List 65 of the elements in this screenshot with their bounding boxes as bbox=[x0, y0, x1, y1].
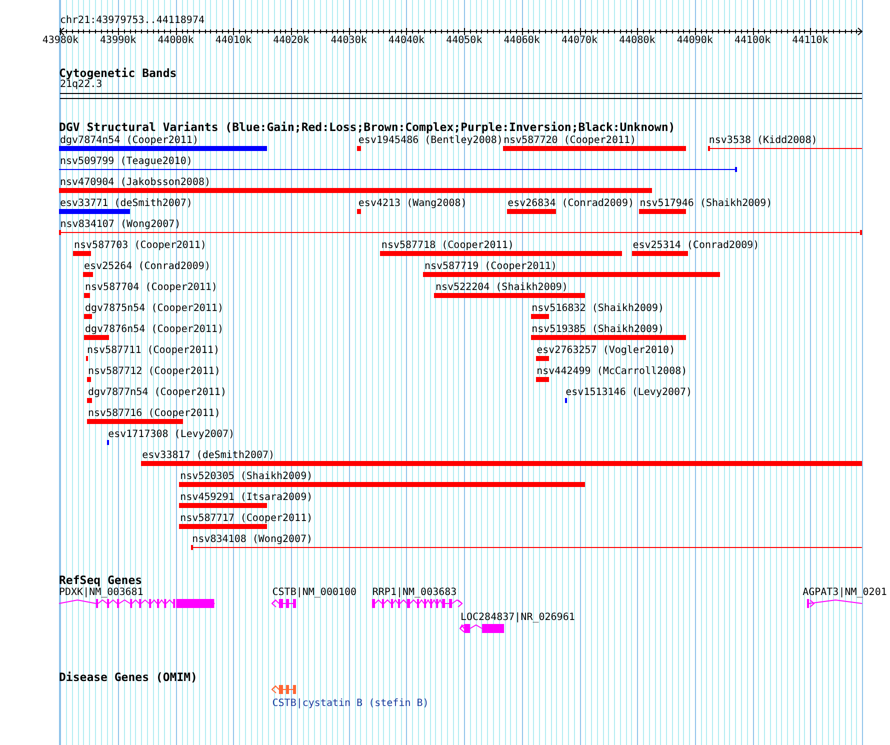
gene-model bbox=[272, 685, 296, 694]
gene-label: PDXK|NM_003681 bbox=[59, 587, 144, 599]
variant-label: dgv7874n54 (Cooper2011) bbox=[60, 135, 198, 147]
variant-label: esv33771 (deSmith2007) bbox=[60, 198, 192, 210]
ruler-label: 44010k bbox=[215, 35, 252, 47]
variant-label: nsv520305 (Shaikh2009) bbox=[180, 471, 313, 483]
variant-label: nsv587718 (Cooper2011) bbox=[381, 240, 514, 252]
variant-label: nsv459291 (Itsara2009) bbox=[180, 492, 313, 504]
track-title: RefSeq Genes bbox=[59, 574, 142, 586]
gene-label: CSTB|cystatin B (stefin B) bbox=[272, 698, 429, 710]
band-label: 21q22.3 bbox=[60, 79, 102, 91]
ruler-label: 44020k bbox=[273, 35, 310, 47]
ruler-label: 44050k bbox=[446, 35, 482, 47]
track-title: Disease Genes (OMIM) bbox=[59, 671, 198, 683]
gene-model bbox=[460, 624, 505, 633]
variant-label: nsv834108 (Wong2007) bbox=[192, 534, 313, 546]
ruler-label: 44070k bbox=[561, 35, 598, 47]
variant-label: dgv7877n54 (Cooper2011) bbox=[88, 387, 226, 399]
variant-label: nsv509799 (Teague2010) bbox=[60, 156, 192, 168]
variant-label: nsv3538 (Kidd2008) bbox=[708, 135, 818, 147]
variant-label: nsv587717 (Cooper2011) bbox=[180, 513, 313, 525]
variant-label: nsv517946 (Shaikh2009) bbox=[640, 198, 772, 210]
variant-label: esv25264 (Conrad2009) bbox=[84, 261, 210, 273]
ruler-label: 43990k bbox=[100, 35, 136, 47]
gene-label: LOC284837|NR_026961 bbox=[460, 612, 575, 624]
variant-label: esv33817 (deSmith2007) bbox=[142, 450, 275, 462]
gene-model bbox=[272, 599, 296, 608]
variant-label: nsv519385 (Shaikh2009) bbox=[532, 324, 664, 336]
variant-label: esv25314 (Conrad2009) bbox=[632, 240, 760, 252]
ruler-label: 44100k bbox=[734, 35, 771, 47]
ruler-label: 44040k bbox=[388, 35, 425, 47]
variant-label: nsv587703 (Cooper2011) bbox=[74, 240, 206, 252]
variant-label: esv1945486 (Bentley2008) bbox=[358, 135, 503, 147]
ruler-label: 44080k bbox=[619, 35, 656, 47]
variant-label: nsv442499 (McCarroll2008) bbox=[536, 366, 688, 378]
ruler-label: 44000k bbox=[158, 35, 194, 47]
variant-label: nsv834107 (Wong2007) bbox=[60, 219, 181, 231]
variant-label: nsv587704 (Cooper2011) bbox=[85, 282, 218, 294]
ruler-label: 44030k bbox=[330, 35, 367, 47]
track-title: DGV Structural Variants (Blue:Gain;Red:Loss;Brown:Complex;Purple:Inversion;Black:Unknown) bbox=[59, 121, 676, 133]
variant-label: esv1717308 (Levy2007) bbox=[108, 429, 235, 441]
variant-label: esv26834 (Conrad2009) bbox=[508, 198, 634, 210]
variant-label: nsv516832 (Shaikh2009) bbox=[532, 303, 664, 315]
variant-label: nsv522204 (Shaikh2009) bbox=[435, 282, 568, 294]
variant-label: dgv7875n54 (Cooper2011) bbox=[85, 303, 224, 315]
variant-label: nsv470904 (Jakobsson2008) bbox=[60, 177, 211, 189]
variant-label: dgv7876n54 (Cooper2011) bbox=[85, 324, 224, 336]
ruler-label: 44110k bbox=[792, 35, 828, 47]
variant-label: nsv587719 (Cooper2011) bbox=[424, 261, 557, 273]
ruler-label: 43980k bbox=[42, 35, 78, 47]
track-title: Cytogenetic Bands bbox=[59, 67, 177, 79]
gene-label: RRP1|NM_003683 bbox=[372, 587, 457, 599]
variant-label: esv4213 (Wang2008) bbox=[358, 198, 467, 210]
position-label: chr21:43979753..44118974 bbox=[60, 15, 204, 27]
variant-label: esv2763257 (Vogler2010) bbox=[536, 345, 676, 357]
variant-label: nsv587716 (Cooper2011) bbox=[88, 408, 220, 420]
gene-label: AGPAT3|NM_0201 bbox=[802, 587, 887, 599]
gene-model bbox=[806, 599, 862, 608]
variant-label: nsv587711 (Cooper2011) bbox=[87, 345, 220, 357]
ruler-label: 44060k bbox=[504, 35, 540, 47]
gene-label: CSTB|NM_000100 bbox=[272, 587, 357, 599]
variant-label: nsv587720 (Cooper2011) bbox=[504, 135, 636, 147]
ruler-label: 44090k bbox=[676, 35, 713, 47]
variant-label: esv1513146 (Levy2007) bbox=[566, 387, 692, 399]
variant-label: nsv587712 (Cooper2011) bbox=[88, 366, 220, 378]
